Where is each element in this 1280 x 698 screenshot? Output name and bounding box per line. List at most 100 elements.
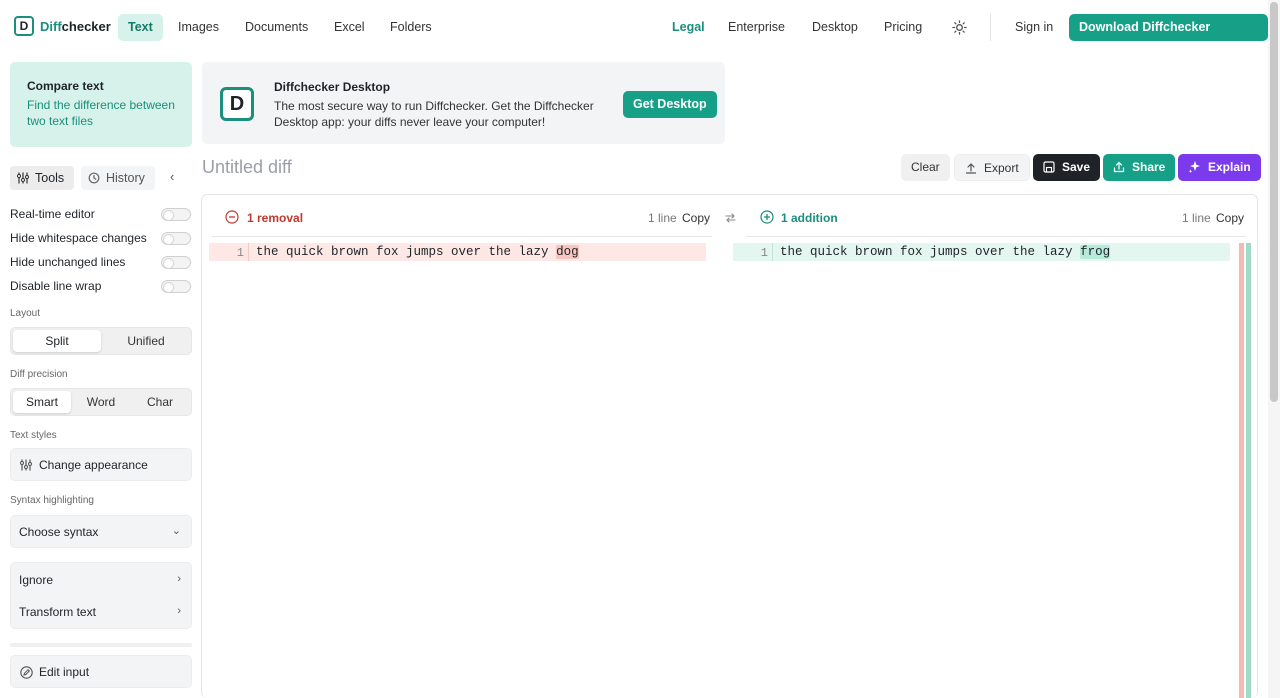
nav-folders[interactable]: Folders (380, 14, 442, 41)
get-desktop-button[interactable]: Get Desktop (623, 91, 717, 118)
precision-section-label: Diff precision (10, 369, 68, 380)
history-icon (88, 172, 100, 184)
ignore-item[interactable]: Ignore (19, 573, 183, 587)
added-line-text: the quick brown fox jumps over the lazy … (780, 245, 1111, 259)
removal-minus-icon (225, 210, 239, 224)
left-gutter-divider (248, 243, 249, 261)
layout-split[interactable]: Split (13, 330, 101, 352)
upload-icon (965, 163, 977, 174)
added-word-highlight: frog (1080, 245, 1111, 259)
layout-unified[interactable]: Unified (103, 330, 189, 352)
precision-word[interactable]: Word (73, 391, 129, 413)
addition-summary: 1 addition (781, 211, 838, 225)
share-button[interactable]: Share (1103, 154, 1176, 181)
logo-icon: D (14, 16, 34, 36)
left-copy-button[interactable]: Copy (682, 211, 710, 225)
page-scrollbar-thumb[interactable] (1270, 2, 1278, 402)
nav-excel[interactable]: Excel (324, 14, 375, 41)
right-line-count: 1 line (1182, 211, 1211, 225)
save-label: Save (1062, 160, 1091, 174)
option-wrap-label: Disable line wrap (10, 279, 102, 293)
ignore-transform-panel: Ignore › Transform text › (10, 562, 192, 629)
save-button[interactable]: Save (1033, 154, 1101, 181)
transform-text-label: Transform text (19, 605, 96, 619)
text-styles-section-label: Text styles (10, 430, 57, 441)
tools-label: Tools (35, 171, 65, 185)
addition-overview-strip[interactable] (1246, 243, 1251, 698)
precision-smart[interactable]: Smart (13, 391, 71, 413)
export-button[interactable]: Export (954, 154, 1030, 181)
right-copy-button[interactable]: Copy (1216, 211, 1244, 225)
option-realtime-label: Real-time editor (10, 207, 95, 221)
choose-syntax-select[interactable]: Choose syntax ⌄ (10, 515, 192, 548)
desktop-promo-card: D Diffchecker Desktop The most secure wa… (202, 62, 725, 144)
compare-text-card: Compare text Find the difference between… (10, 62, 192, 147)
change-appearance-label: Change appearance (39, 458, 148, 472)
chevron-right-icon: › (177, 605, 181, 617)
nav-images[interactable]: Images (168, 14, 229, 41)
diff-viewer (201, 194, 1258, 698)
edit-input-button[interactable]: Edit input (10, 655, 192, 688)
removed-word-highlight: dog (556, 245, 579, 259)
desktop-promo-title: Diffchecker Desktop (274, 80, 391, 94)
share-icon (1113, 161, 1125, 173)
sliders-icon (17, 172, 29, 184)
layout-section-label: Layout (10, 308, 41, 319)
diff-title[interactable]: Untitled diff (202, 157, 292, 178)
removal-summary: 1 removal (247, 211, 304, 225)
swap-arrows-icon[interactable] (724, 212, 737, 227)
logo-text: Diffchecker (40, 18, 111, 34)
nav-documents[interactable]: Documents (235, 14, 318, 41)
right-line-number: 1 (760, 246, 768, 260)
right-header-divider (746, 236, 1246, 237)
nav-pricing[interactable]: Pricing (874, 14, 932, 41)
left-line-number: 1 (236, 246, 244, 260)
top-nav: D Diffchecker Text Images Documents Exce… (0, 0, 1268, 61)
left-line-count: 1 line (648, 211, 677, 225)
clear-button[interactable]: Clear (901, 154, 950, 181)
sparkle-icon (1188, 161, 1200, 173)
history-tab[interactable]: History (81, 166, 155, 190)
compare-text-subtitle: Find the difference between two text fil… (27, 98, 175, 128)
ignore-label: Ignore (19, 573, 54, 587)
nav-enterprise[interactable]: Enterprise (718, 14, 795, 41)
share-label: Share (1132, 160, 1166, 174)
sign-in-link[interactable]: Sign in (1005, 14, 1063, 41)
removed-line-text: the quick brown fox jumps over the lazy … (256, 245, 579, 259)
sliders-icon (20, 459, 32, 471)
layout-segmented: Split Unified (10, 327, 192, 355)
collapse-sidebar-chevron-icon[interactable]: ‹ (170, 169, 174, 184)
sidebar-divider (10, 643, 192, 647)
whitespace-toggle[interactable] (161, 232, 191, 245)
transform-text-item[interactable]: Transform text (19, 605, 183, 619)
option-whitespace-label: Hide whitespace changes (10, 231, 147, 245)
chevron-down-icon: ⌄ (171, 525, 181, 537)
tools-tab[interactable]: Tools (10, 166, 75, 190)
addition-plus-icon (760, 210, 774, 224)
wrap-toggle[interactable] (161, 280, 191, 293)
export-label: Export (984, 161, 1019, 175)
history-label: History (106, 171, 145, 185)
logo[interactable]: D Diffchecker (14, 16, 111, 36)
download-desktop-button[interactable]: Download Diffchecker Desktop (1069, 14, 1268, 61)
edit-input-label: Edit input (39, 665, 90, 679)
unchanged-toggle[interactable] (161, 256, 191, 269)
nav-divider (990, 14, 991, 41)
diffchecker-logo-icon: D (220, 87, 254, 121)
theme-toggle-sun-icon[interactable] (952, 20, 967, 38)
realtime-toggle[interactable] (161, 208, 191, 221)
left-header-divider (212, 236, 712, 237)
explain-label: Explain (1208, 160, 1251, 174)
change-appearance-button[interactable]: Change appearance (10, 448, 192, 481)
precision-char[interactable]: Char (131, 391, 189, 413)
desktop-promo-body: The most secure way to run Diffchecker. … (274, 99, 594, 129)
option-unchanged-label: Hide unchanged lines (10, 255, 126, 269)
removal-overview-strip[interactable] (1239, 243, 1244, 698)
nav-desktop[interactable]: Desktop (802, 14, 868, 41)
explain-button[interactable]: Explain (1178, 154, 1261, 181)
chevron-right-icon: › (177, 573, 181, 585)
nav-legal[interactable]: Legal (662, 14, 715, 41)
nav-text[interactable]: Text (118, 14, 163, 41)
right-gutter-divider (772, 243, 773, 261)
edit-pencil-icon (20, 666, 33, 679)
